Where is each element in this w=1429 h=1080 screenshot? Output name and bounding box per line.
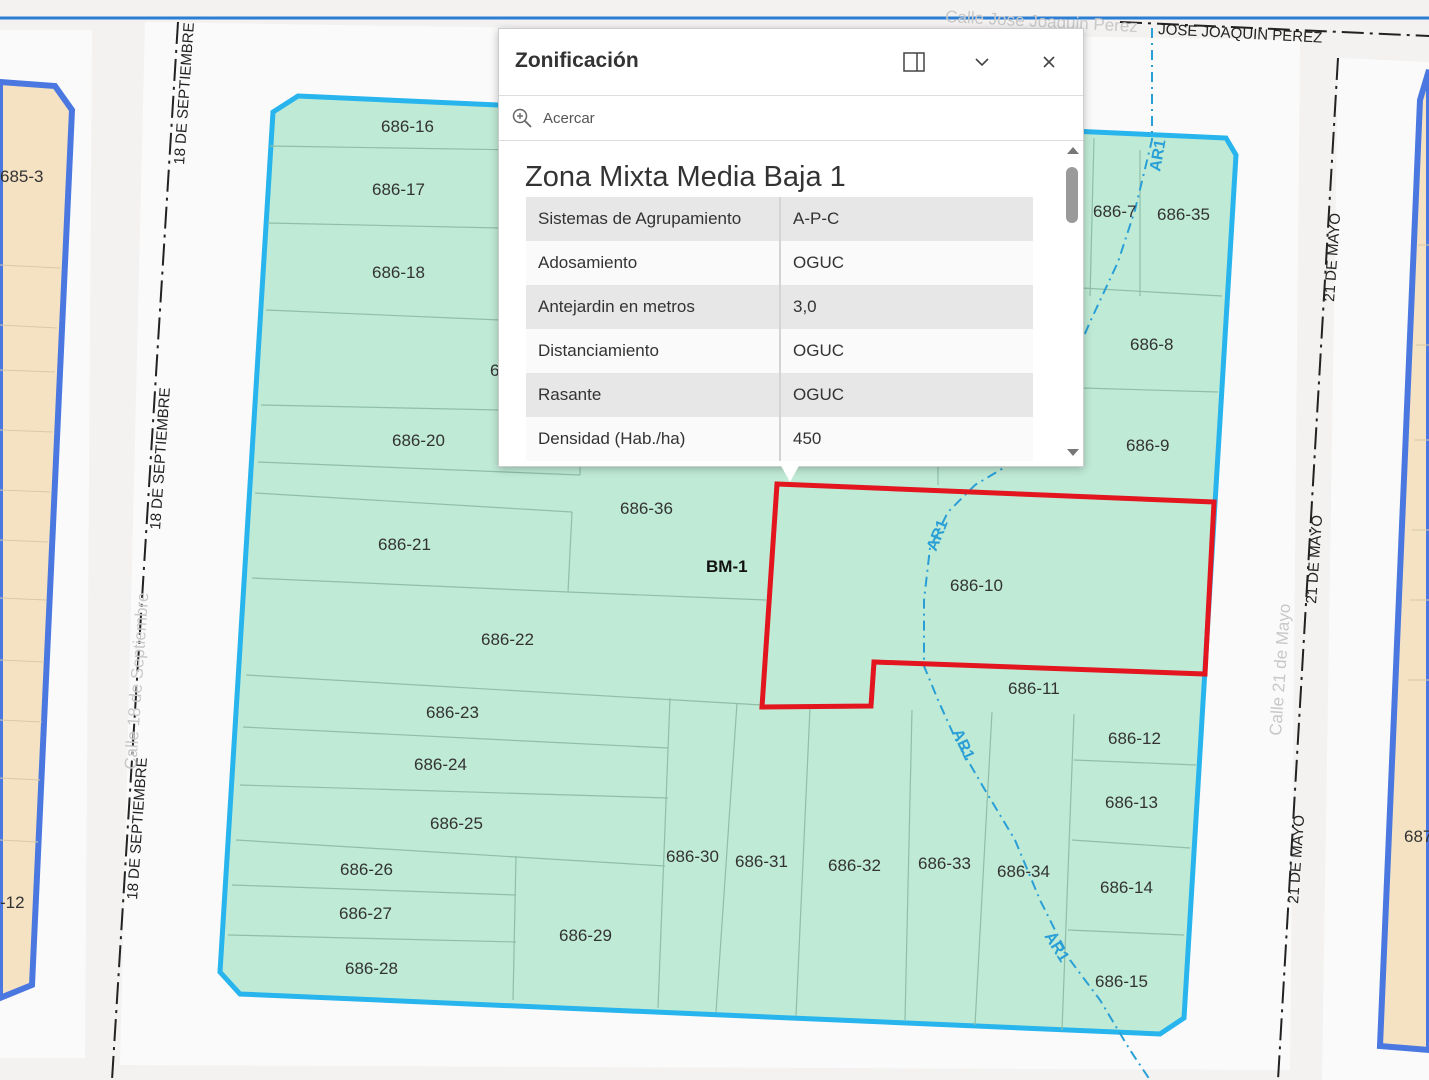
lot-label[interactable]: 686-29 bbox=[559, 926, 612, 945]
table-row: Rasante OGUC bbox=[526, 373, 1033, 417]
attribute-value: 3,0 bbox=[780, 285, 1033, 329]
attribute-value: OGUC bbox=[780, 329, 1033, 373]
table-row: Densidad (Hab./ha) 450 bbox=[526, 417, 1033, 461]
street-label-east: 21 DE MAYO bbox=[1303, 514, 1326, 604]
lot-label[interactable]: 686-23 bbox=[426, 703, 479, 722]
lot-label[interactable]: 686-32 bbox=[828, 856, 881, 875]
lot-label[interactable]: 686-15 bbox=[1095, 972, 1148, 991]
lot-label[interactable]: 686-8 bbox=[1130, 335, 1173, 354]
lot-label[interactable]: 686-26 bbox=[340, 860, 393, 879]
lot-label[interactable]: 686-14 bbox=[1100, 878, 1153, 897]
lot-label[interactable]: 686-35 bbox=[1157, 205, 1210, 224]
attribute-value: A-P-C bbox=[780, 197, 1033, 241]
lot-label[interactable]: 686-13 bbox=[1105, 793, 1158, 812]
table-row: Antejardin en metros 3,0 bbox=[526, 285, 1033, 329]
attribute-key: Adosamiento bbox=[526, 241, 781, 285]
scroll-down-arrow-icon[interactable] bbox=[1067, 449, 1079, 456]
zoom-in-icon bbox=[512, 108, 532, 128]
attribute-value: OGUC bbox=[780, 373, 1033, 417]
attribute-key: Rasante bbox=[526, 373, 781, 417]
scroll-up-arrow-icon[interactable] bbox=[1067, 147, 1079, 154]
attribute-key: Densidad (Hab./ha) bbox=[526, 417, 781, 461]
popup-content[interactable]: Zona Mixta Media Baja 1 Sistemas de Agru… bbox=[499, 141, 1083, 466]
chevron-down-icon bbox=[975, 58, 989, 67]
dock-side-button[interactable] bbox=[901, 49, 927, 75]
lot-label[interactable]: 686-33 bbox=[918, 854, 971, 873]
neighbor-lot-label[interactable]: -12 bbox=[0, 893, 25, 912]
popup-title: Zonificación bbox=[515, 49, 639, 72]
lot-label[interactable]: 686-21 bbox=[378, 535, 431, 554]
attribute-table: Sistemas de Agrupamiento A-P-C Adosamien… bbox=[526, 197, 1033, 461]
scroll-thumb[interactable] bbox=[1066, 167, 1078, 223]
neighbor-lot-label[interactable]: 687 bbox=[1404, 827, 1429, 846]
lot-label[interactable]: 686-36 bbox=[620, 499, 673, 518]
zone-code-label: BM-1 bbox=[706, 557, 748, 576]
attribute-key: Sistemas de Agrupamiento bbox=[526, 197, 781, 241]
attribute-value: 450 bbox=[780, 417, 1033, 461]
zoom-to-action[interactable]: Acercar bbox=[499, 96, 1083, 141]
lot-label[interactable]: 686-10 bbox=[950, 576, 1003, 595]
lot-label[interactable]: 686-11 bbox=[1008, 679, 1060, 698]
close-button[interactable] bbox=[1036, 49, 1062, 75]
collapse-button[interactable] bbox=[969, 49, 995, 75]
dock-side-icon bbox=[903, 52, 925, 72]
lot-label[interactable]: 686-27 bbox=[339, 904, 392, 923]
close-icon bbox=[1043, 56, 1055, 68]
table-row: Adosamiento OGUC bbox=[526, 241, 1033, 285]
attribute-key: Distanciamiento bbox=[526, 329, 781, 373]
lot-label[interactable]: 686-34 bbox=[997, 862, 1050, 881]
lot-label[interactable]: 686-16 bbox=[381, 117, 434, 136]
attribute-value: OGUC bbox=[780, 241, 1033, 285]
lot-label[interactable]: 686-9 bbox=[1126, 436, 1169, 455]
neighbor-lot-label[interactable]: 685-3 bbox=[0, 167, 43, 186]
lot-label[interactable]: 686-25 bbox=[430, 814, 483, 833]
table-row: Sistemas de Agrupamiento A-P-C bbox=[526, 197, 1033, 241]
lot-label[interactable]: 686-30 bbox=[666, 847, 719, 866]
zoom-label: Acercar bbox=[543, 110, 595, 127]
attribute-key: Antejardin en metros bbox=[526, 285, 781, 329]
lot-label[interactable]: 686-20 bbox=[392, 431, 445, 450]
lot-label[interactable]: 686-22 bbox=[481, 630, 534, 649]
lot-label[interactable]: 686-18 bbox=[372, 263, 425, 282]
table-row: Distanciamiento OGUC bbox=[526, 329, 1033, 373]
lot-label[interactable]: 686-17 bbox=[372, 180, 425, 199]
popup-header: Zonificación bbox=[499, 29, 1083, 96]
popup-pointer bbox=[780, 464, 800, 482]
lot-label[interactable]: 686-31 bbox=[735, 852, 788, 871]
zone-name: Zona Mixta Media Baja 1 bbox=[525, 161, 846, 193]
lot-label[interactable]: 686-7 bbox=[1093, 202, 1136, 221]
popup-scrollbar[interactable] bbox=[1063, 141, 1081, 466]
zoning-popup: Zonificación Acercar Zona Mixta Media Ba… bbox=[498, 28, 1084, 467]
lot-label[interactable]: 686-12 bbox=[1108, 729, 1161, 748]
lot-label[interactable]: 686-28 bbox=[345, 959, 398, 978]
lot-label[interactable]: 686-24 bbox=[414, 755, 467, 774]
